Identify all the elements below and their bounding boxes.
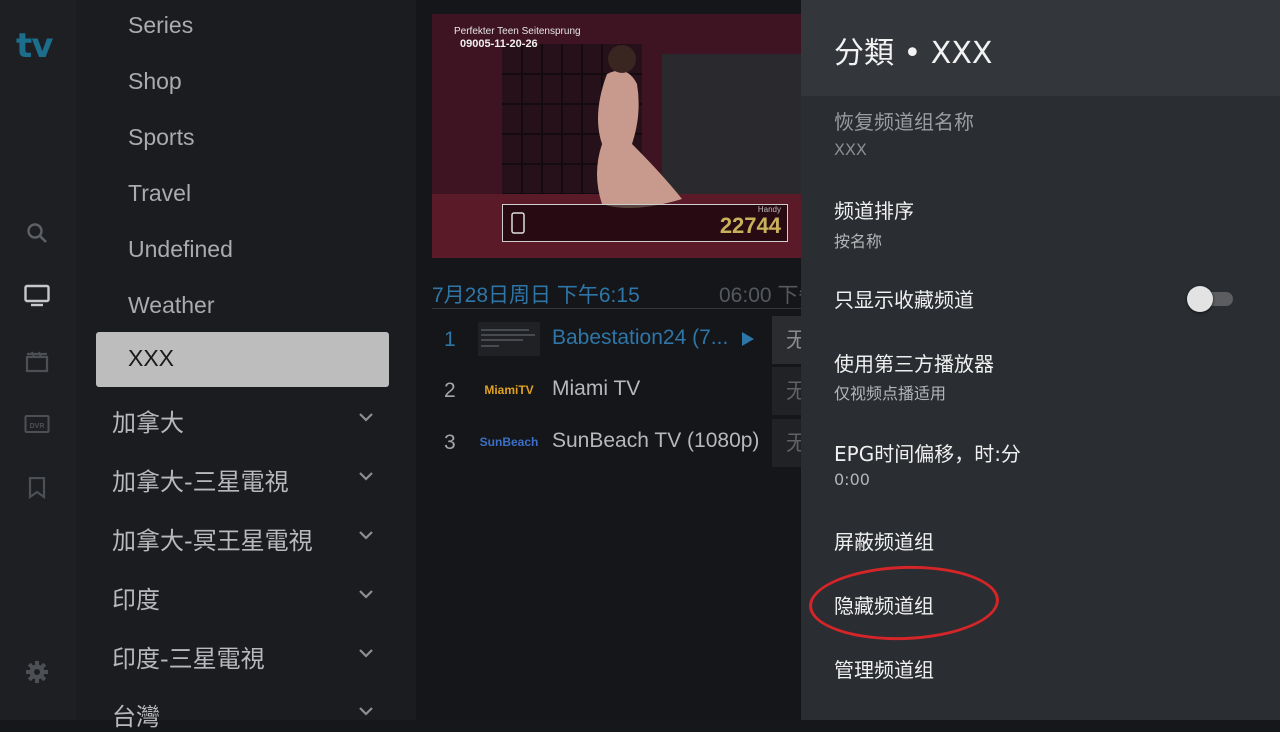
chevron-down-icon xyxy=(359,413,373,422)
category-item[interactable]: Shop xyxy=(128,68,182,95)
channel-row[interactable]: 2 MiamiTV Miami TV 无 xyxy=(432,367,806,415)
epg-offset-label: EPG时间偏移，时:分 xyxy=(834,442,1021,466)
manage-groups-label: 管理频道组 xyxy=(834,658,934,682)
third-party-player-option[interactable]: 使用第三方播放器 仅视频点播适用 xyxy=(801,342,1280,408)
restore-group-name-option[interactable]: 恢复频道组名称 XXX xyxy=(801,100,1280,170)
epg-slot: 06:00 下午 xyxy=(719,284,801,307)
manage-groups-option[interactable]: 管理频道组 xyxy=(801,648,1280,688)
bookmark-icon[interactable] xyxy=(24,475,50,501)
category-group[interactable]: 印度 xyxy=(112,580,160,615)
category-item[interactable]: Travel xyxy=(128,180,191,207)
favorites-only-toggle[interactable] xyxy=(1187,286,1235,312)
restore-group-name-label: 恢复频道组名称 xyxy=(834,110,974,134)
counter-box: Handy 22744 xyxy=(502,204,788,242)
restore-group-name-value: XXX xyxy=(834,140,867,159)
channel-name: SunBeach TV (1080p) xyxy=(552,429,760,452)
search-icon[interactable] xyxy=(24,220,50,246)
toggle-knob xyxy=(1187,286,1213,312)
channel-sort-option[interactable]: 频道排序 按名称 xyxy=(801,190,1280,256)
third-party-player-sub: 仅视频点播适用 xyxy=(834,384,947,403)
channel-number: 2 xyxy=(444,379,456,402)
counter-value: 22744 xyxy=(719,213,781,238)
category-item[interactable]: Undefined xyxy=(128,236,233,263)
epg-offset-value: 0:00 xyxy=(834,470,870,489)
category-group[interactable]: 印度-三星電視 xyxy=(112,639,265,674)
video-preview[interactable]: Perfekter Teen Seitensprung 09005-11-20-… xyxy=(432,14,804,258)
block-group-option[interactable]: 屏蔽频道组 xyxy=(801,520,1280,560)
channel-row[interactable]: 3 SunBeach SunBeach TV (1080p) 无 xyxy=(432,419,806,467)
chevron-down-icon xyxy=(359,649,373,658)
tv-icon[interactable] xyxy=(24,283,50,309)
channel-logo: MiamiTV xyxy=(484,383,534,397)
category-group[interactable]: 加拿大-三星電視 xyxy=(112,462,289,497)
play-icon xyxy=(742,332,754,346)
dvr-icon-label: DVR xyxy=(30,423,45,430)
panel-title: 分類 • XXX xyxy=(834,36,993,71)
channel-name: Babestation24 (7... xyxy=(552,326,729,349)
clapperboard-icon[interactable] xyxy=(24,349,50,375)
category-item[interactable]: Series xyxy=(128,12,193,39)
category-group[interactable]: 加拿大 xyxy=(112,403,184,438)
dvr-icon[interactable]: DVR xyxy=(24,412,50,438)
chevron-down-icon xyxy=(359,531,373,540)
channel-sort-label: 频道排序 xyxy=(834,199,914,223)
panel-header: 分類 • XXX xyxy=(801,0,1280,96)
favorites-only-label: 只显示收藏频道 xyxy=(834,288,974,312)
settings-icon[interactable] xyxy=(24,659,50,685)
category-item[interactable]: Weather xyxy=(128,292,215,319)
channel-number: 1 xyxy=(444,328,456,351)
epg-offset-option[interactable]: EPG时间偏移，时:分 0:00 xyxy=(801,432,1280,498)
channel-number: 3 xyxy=(444,431,456,454)
epg-date-time: 7月28日周日 下午6:15 xyxy=(432,284,640,307)
epg-divider xyxy=(432,308,802,309)
phone-icon xyxy=(511,212,525,234)
chevron-down-icon xyxy=(359,707,373,716)
nav-rail: tv DVR xyxy=(0,0,76,720)
channel-sort-value: 按名称 xyxy=(834,232,883,251)
block-group-label: 屏蔽频道组 xyxy=(834,530,934,554)
overlay-phone: 09005-11-20-26 xyxy=(460,38,538,50)
app-logo: tv xyxy=(16,26,53,66)
third-party-player-label: 使用第三方播放器 xyxy=(834,352,994,376)
channel-name: Miami TV xyxy=(552,377,641,400)
category-group[interactable]: 加拿大-冥王星電視 xyxy=(112,521,313,556)
category-item-selected[interactable]: XXX xyxy=(96,332,389,387)
chevron-down-icon xyxy=(359,472,373,481)
channel-logo xyxy=(478,322,540,356)
channel-logo: SunBeach xyxy=(479,435,539,449)
channel-row[interactable]: 1 Babestation24 (7... 无 xyxy=(432,316,806,364)
overlay-title: Perfekter Teen Seitensprung xyxy=(454,26,581,37)
category-group[interactable]: 台灣 xyxy=(112,697,160,732)
category-item[interactable]: Sports xyxy=(128,124,194,151)
chevron-down-icon xyxy=(359,590,373,599)
category-selected-label: XXX xyxy=(128,345,175,371)
